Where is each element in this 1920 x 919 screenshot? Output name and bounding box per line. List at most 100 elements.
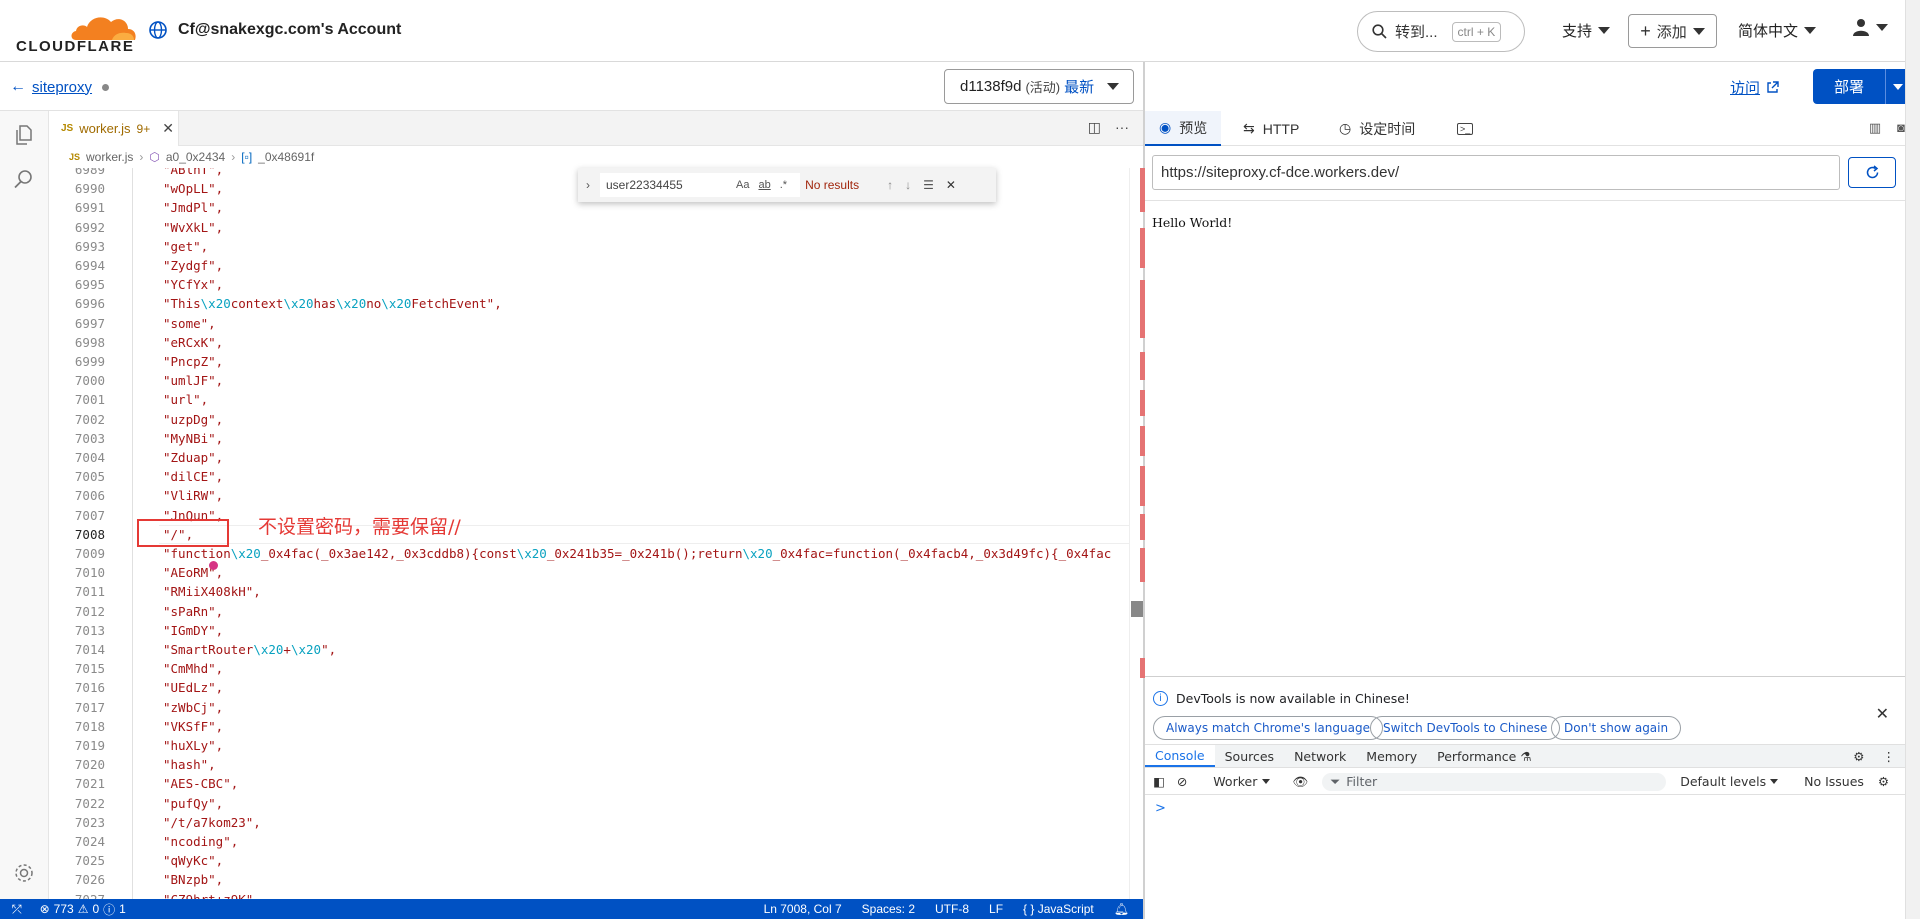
- deploy-button[interactable]: 部署: [1813, 69, 1909, 104]
- line-ending[interactable]: LF: [989, 902, 1003, 916]
- preview-url-input[interactable]: https://siteproxy.cf-dce.workers.dev/: [1152, 155, 1840, 190]
- code-line[interactable]: "wOpLL",: [163, 181, 223, 196]
- tab-terminal[interactable]: >_: [1443, 111, 1487, 146]
- deploy-label[interactable]: 部署: [1813, 69, 1885, 104]
- code-line[interactable]: "sPaRn",: [163, 604, 223, 619]
- toggle-replace-icon[interactable]: ›: [578, 178, 598, 192]
- code-line[interactable]: "zWbCj",: [163, 700, 223, 715]
- preview-frame[interactable]: Hello World!: [1145, 200, 1905, 676]
- context-select[interactable]: Worker: [1213, 774, 1271, 789]
- match-case-toggle[interactable]: Aa: [736, 179, 749, 191]
- explorer-files-icon[interactable]: [12, 123, 36, 147]
- support-menu[interactable]: 支持: [1562, 20, 1611, 41]
- language-menu[interactable]: 简体中文: [1738, 20, 1817, 41]
- eye-icon[interactable]: 👁︎: [1292, 774, 1308, 790]
- indentation[interactable]: Spaces: 2: [862, 902, 915, 916]
- code-line[interactable]: "dilCE",: [163, 469, 223, 484]
- language-mode[interactable]: { } JavaScript: [1023, 902, 1094, 916]
- tab-preview[interactable]: ◉ 预览: [1145, 111, 1222, 146]
- tab-memory[interactable]: Memory: [1356, 745, 1427, 767]
- gear-icon[interactable]: [12, 861, 36, 885]
- code-line[interactable]: "BNzpb",: [163, 872, 223, 887]
- cursor-position[interactable]: Ln 7008, Col 7: [764, 902, 842, 916]
- problems-indicator[interactable]: ⊗ 773 ⚠ 0 ⓘ 1: [40, 901, 126, 918]
- arrow-up-icon[interactable]: ↑: [887, 178, 893, 192]
- add-button[interactable]: + 添加: [1628, 14, 1717, 48]
- code-line[interactable]: "CmMhd",: [163, 661, 223, 676]
- project-name-link[interactable]: siteproxy: [32, 79, 92, 96]
- console-prompt[interactable]: >: [1155, 801, 1166, 816]
- visit-link[interactable]: 访问: [1730, 77, 1779, 98]
- code-line[interactable]: "This\x20context\x20has\x20no\x20FetchEv…: [163, 296, 502, 311]
- search-icon[interactable]: [12, 167, 36, 191]
- always-match-language-button[interactable]: Always match Chrome's language: [1153, 716, 1383, 740]
- close-icon[interactable]: ✕: [162, 120, 174, 137]
- sidebar-toggle-icon[interactable]: ◧: [1153, 774, 1165, 789]
- code-line[interactable]: "VliRW",: [163, 488, 223, 503]
- reload-button[interactable]: [1848, 157, 1896, 188]
- remote-icon[interactable]: ⤱: [12, 902, 22, 917]
- code-line[interactable]: "MyNBi",: [163, 431, 223, 446]
- code-line[interactable]: "AES-CBC",: [163, 776, 238, 791]
- code-line[interactable]: "JmdPl",: [163, 200, 223, 215]
- tab-http[interactable]: ⇆ HTTP: [1229, 111, 1313, 146]
- more-actions-icon[interactable]: ···: [1115, 119, 1129, 136]
- code-line[interactable]: "WvXkL",: [163, 220, 223, 235]
- breadcrumb-symbol-2[interactable]: _0x48691f: [258, 150, 314, 164]
- code-line[interactable]: "qWyKc",: [163, 853, 223, 868]
- tab-network[interactable]: Network: [1284, 745, 1356, 767]
- code-line[interactable]: "PncpZ",: [163, 354, 223, 369]
- code-line[interactable]: "function\x20_0x4fac(_0x3ae142,_0x3cddb8…: [163, 546, 1111, 561]
- code-line[interactable]: "RMiiX408kH",: [163, 584, 261, 599]
- code-line[interactable]: "VKSfF",: [163, 719, 223, 734]
- gear-icon[interactable]: ⚙: [1853, 749, 1864, 764]
- tab-sources[interactable]: Sources: [1215, 745, 1284, 767]
- code-line[interactable]: "uzpDg",: [163, 412, 223, 427]
- tab-schedule[interactable]: ◷ 设定时间: [1325, 111, 1429, 146]
- code-line[interactable]: "hash",: [163, 757, 216, 772]
- log-levels-select[interactable]: Default levels: [1680, 774, 1779, 789]
- code-line[interactable]: "Zydgf",: [163, 258, 223, 273]
- user-menu[interactable]: [1852, 18, 1888, 36]
- code-line[interactable]: "IGmDY",: [163, 623, 223, 638]
- code-line[interactable]: "YCfYx",: [163, 277, 223, 292]
- code-line[interactable]: "url",: [163, 392, 208, 407]
- code-line[interactable]: "Zduap",: [163, 450, 223, 465]
- cloudflare-logo[interactable]: CLOUDFLARE: [16, 10, 136, 55]
- regex-toggle[interactable]: .*: [780, 179, 787, 191]
- switch-to-chinese-button[interactable]: Switch DevTools to Chinese: [1370, 716, 1561, 740]
- find-in-selection-icon[interactable]: ☰: [923, 178, 934, 192]
- tab-console[interactable]: Console: [1145, 745, 1215, 767]
- code-line[interactable]: "umlJF",: [163, 373, 223, 388]
- layout-toggle-icon[interactable]: ▥: [1869, 120, 1881, 136]
- discord-icon[interactable]: ◙: [1897, 120, 1905, 136]
- code-line[interactable]: "ABlnT",: [163, 168, 223, 177]
- issues-count[interactable]: No Issues: [1804, 774, 1864, 789]
- split-editor-icon[interactable]: ◫: [1088, 119, 1101, 136]
- gear-icon[interactable]: ⚙: [1878, 774, 1889, 789]
- code-line[interactable]: "pufQy",: [163, 796, 223, 811]
- code-line[interactable]: "CZ9hrt+z9K",: [163, 892, 261, 899]
- code-line[interactable]: "get",: [163, 239, 208, 254]
- version-select[interactable]: d1138f9d (活动) 最新: [944, 69, 1134, 104]
- code-line[interactable]: "/t/a7kom23",: [163, 815, 261, 830]
- tab-worker-js[interactable]: JS worker.js 9+ ✕: [49, 111, 179, 146]
- more-vertical-icon[interactable]: ⋮: [1883, 749, 1896, 764]
- back-to-project[interactable]: ← siteproxy: [10, 78, 110, 96]
- code-line[interactable]: "SmartRouter\x20+\x20",: [163, 642, 336, 657]
- clear-console-icon[interactable]: ⊘: [1177, 774, 1187, 789]
- breadcrumb-symbol-1[interactable]: a0_0x2434: [166, 150, 225, 164]
- tab-performance[interactable]: Performance ⚗: [1427, 745, 1541, 767]
- close-icon[interactable]: ✕: [1876, 704, 1889, 723]
- account-switcher[interactable]: Cf@snakexgc.com's Account: [148, 20, 401, 40]
- console-filter-input[interactable]: ⏷ Filter: [1322, 772, 1667, 791]
- code-line[interactable]: "huXLy",: [163, 738, 223, 753]
- code-line[interactable]: "some",: [163, 316, 216, 331]
- quick-search[interactable]: 转到... ctrl + K: [1357, 11, 1525, 52]
- arrow-down-icon[interactable]: ↓: [905, 178, 911, 192]
- bell-icon[interactable]: 🔔︎: [1114, 902, 1129, 916]
- page-scrollbar[interactable]: [1905, 0, 1920, 919]
- whole-word-toggle[interactable]: ab: [758, 179, 770, 191]
- code-line[interactable]: "UEdLz",: [163, 680, 223, 695]
- breadcrumb-file[interactable]: worker.js: [86, 150, 133, 164]
